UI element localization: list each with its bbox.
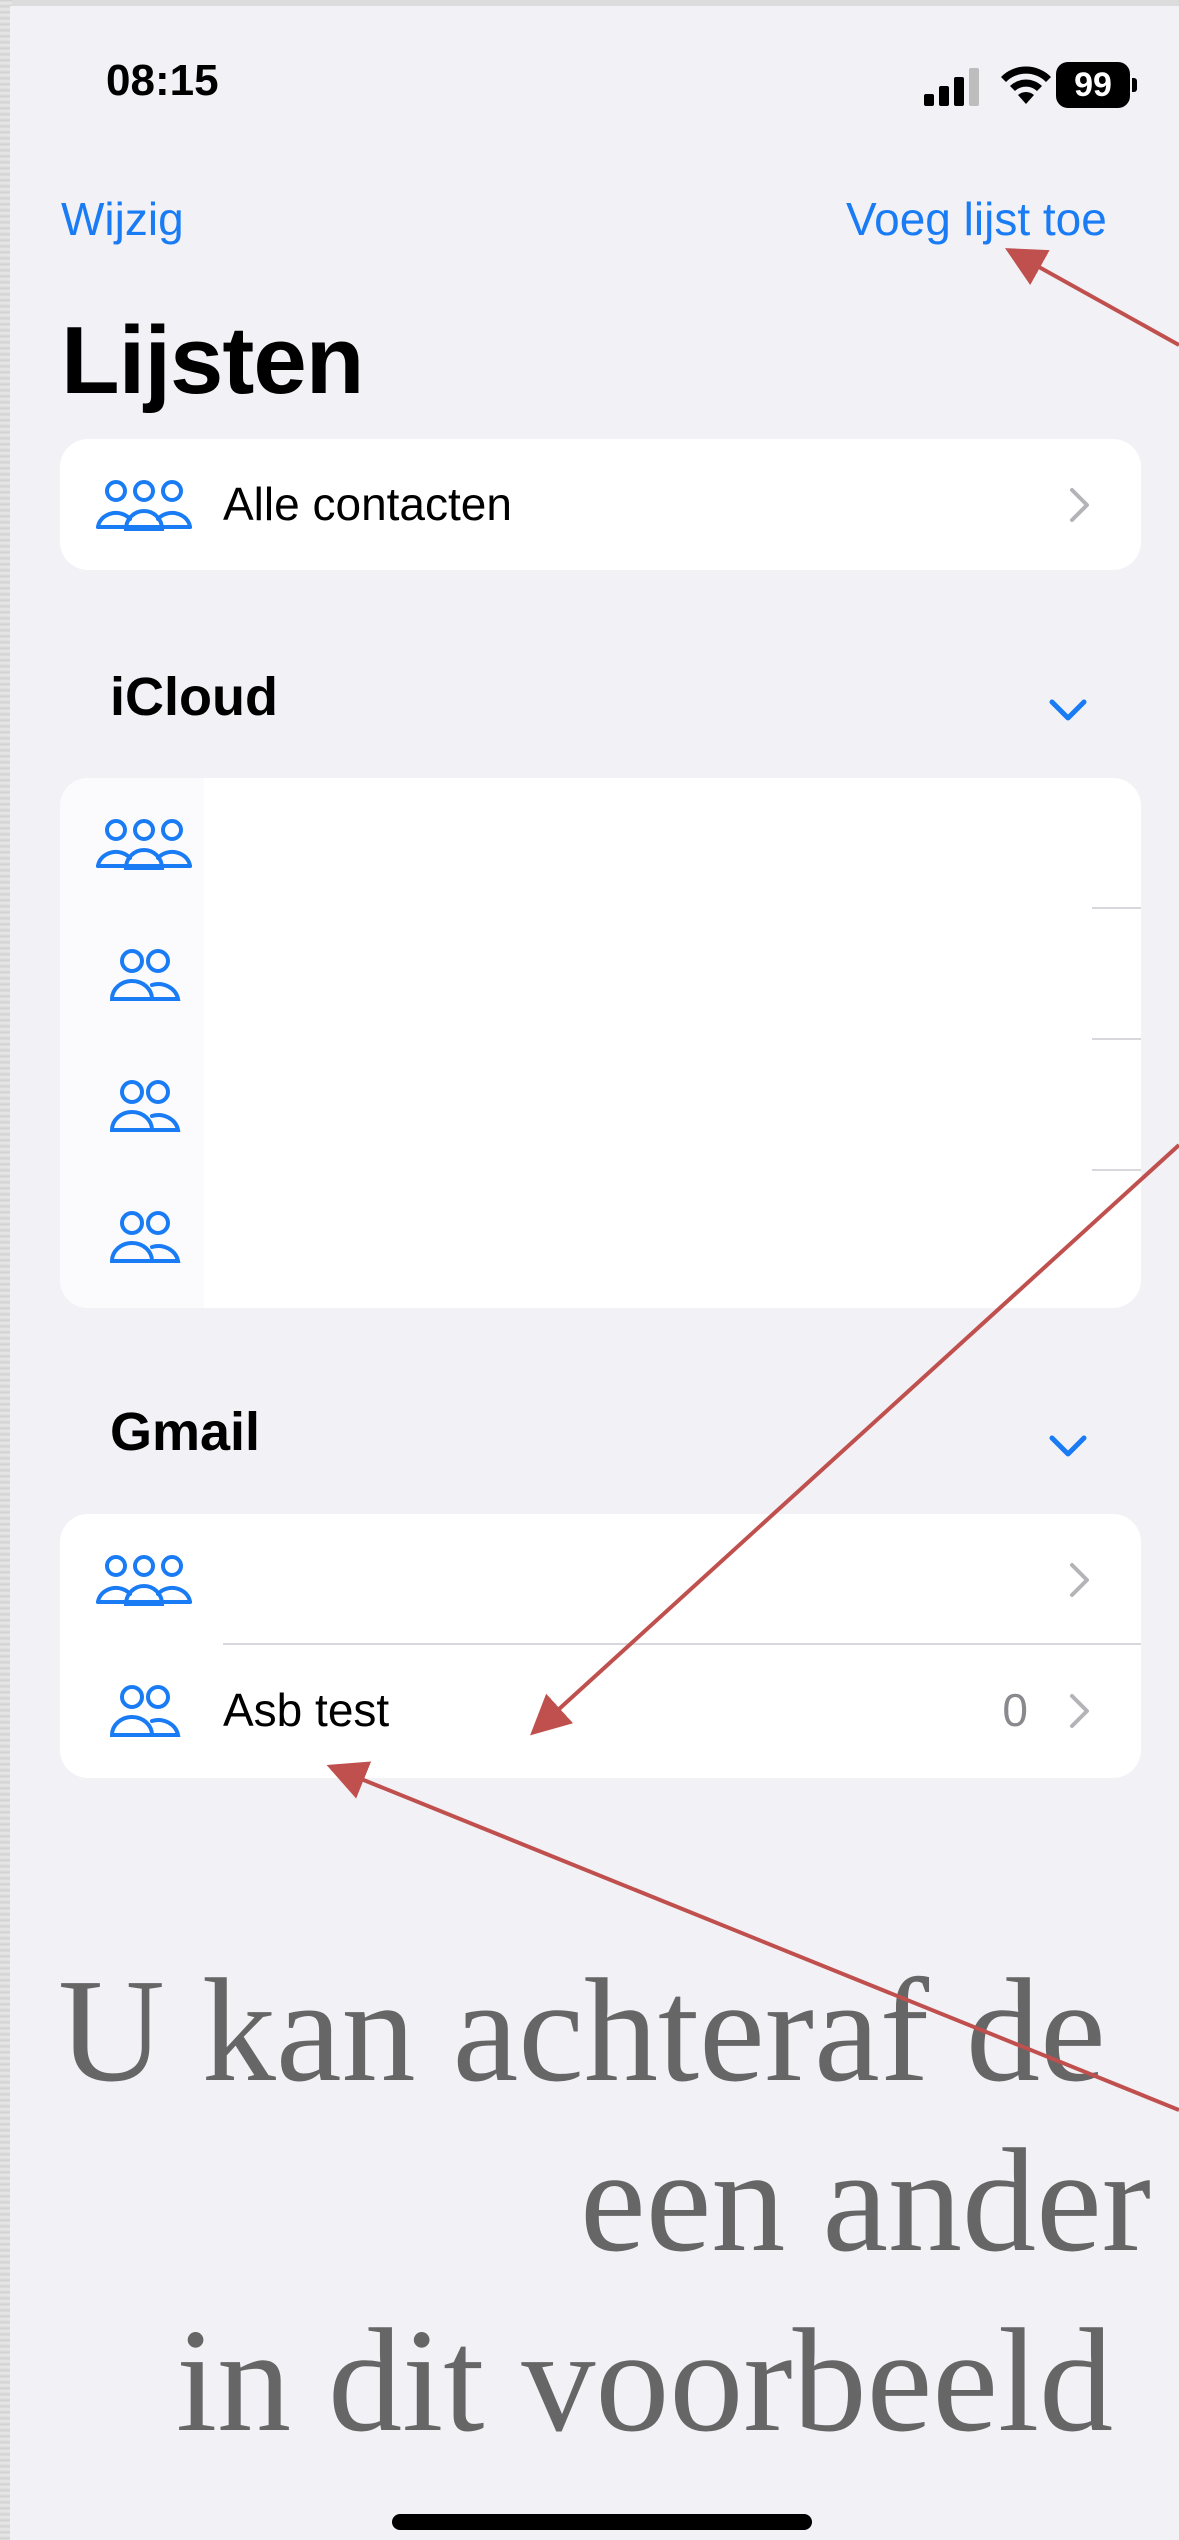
status-bar: 08:15 99	[10, 6, 1179, 156]
caption-line-1: U kan achteraf de	[58, 1949, 1106, 2113]
edit-button[interactable]: Wijzig	[61, 192, 184, 246]
chevron-right-icon	[1070, 1563, 1089, 1597]
chevron-right-icon	[1070, 1694, 1089, 1728]
page-title: Lijsten	[61, 307, 364, 414]
pair-icon	[109, 1211, 181, 1263]
caption-line-2: een ander	[580, 2119, 1152, 2283]
gmail-list-row-asb-test[interactable]: Asb test 0	[60, 1645, 1141, 1776]
icloud-list-row[interactable]	[60, 1171, 1141, 1302]
pair-icon	[109, 1080, 181, 1132]
chevron-down-icon[interactable]	[1048, 1434, 1088, 1460]
icloud-list-row[interactable]	[60, 778, 1141, 909]
all-contacts-card: Alle contacten	[60, 439, 1141, 570]
cellular-signal-icon	[924, 68, 979, 106]
chevron-down-icon[interactable]	[1048, 698, 1088, 724]
icloud-lists-card	[60, 778, 1141, 1308]
list-count: 0	[1002, 1684, 1028, 1736]
wifi-icon	[1001, 66, 1051, 104]
group-icon	[96, 819, 192, 870]
all-contacts-row[interactable]: Alle contacten	[60, 439, 1141, 570]
all-contacts-label: Alle contacten	[223, 478, 512, 530]
pair-icon	[109, 1685, 181, 1737]
battery-level: 99	[1056, 62, 1130, 108]
section-header-icloud: iCloud	[110, 667, 278, 727]
gmail-lists-card: Asb test 0	[60, 1514, 1141, 1778]
caption-line-3: in dit voorbeeld	[176, 2299, 1114, 2463]
battery-icon: 99	[1056, 62, 1138, 108]
home-indicator[interactable]	[392, 2514, 812, 2530]
add-list-button[interactable]: Voeg lijst toe	[846, 192, 1107, 246]
group-icon	[96, 1555, 192, 1606]
chevron-right-icon	[1070, 488, 1089, 522]
list-label: Asb test	[223, 1684, 390, 1736]
gmail-list-row[interactable]	[60, 1514, 1141, 1645]
icloud-list-row[interactable]	[60, 1040, 1141, 1171]
contacts-lists-screen: 08:15 99 Wijzig Voeg lijst toe Lijsten A…	[10, 6, 1179, 2540]
icloud-list-row[interactable]	[60, 909, 1141, 1040]
status-time: 08:15	[106, 56, 219, 105]
group-icon	[96, 480, 192, 531]
section-header-gmail: Gmail	[110, 1402, 261, 1462]
pair-icon	[109, 949, 181, 1001]
